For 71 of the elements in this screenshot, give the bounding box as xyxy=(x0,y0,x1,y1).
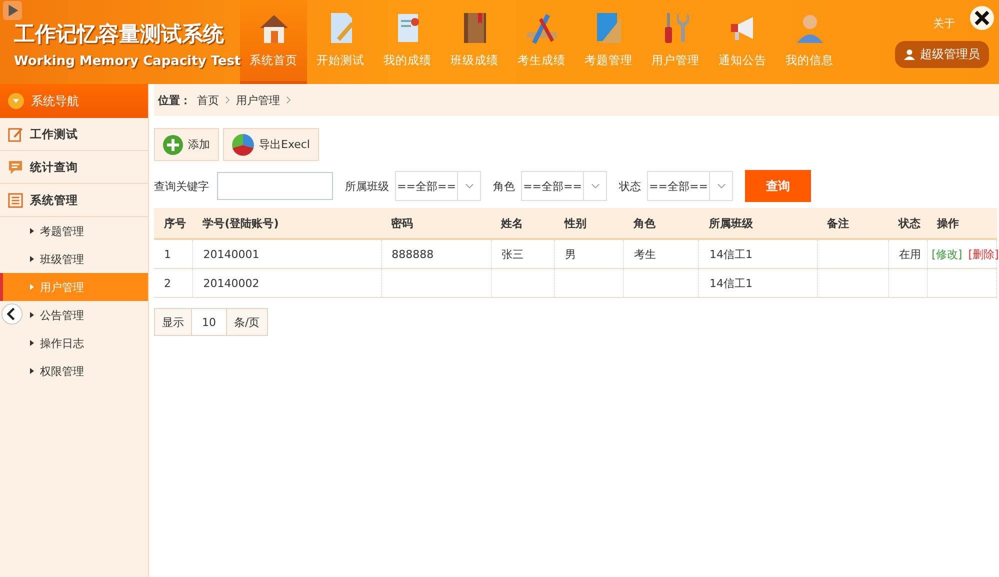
app-title: 工作记忆容量测试系统 xyxy=(14,21,225,48)
sidebar-section[interactable]: 系统管理 xyxy=(0,184,148,217)
plus-icon xyxy=(163,134,183,154)
table-cell: 考生 xyxy=(624,239,699,268)
sidebar-item[interactable]: 公告管理 xyxy=(24,301,148,329)
column-header: 学号(登陆账号) xyxy=(192,208,382,239)
column-header: 备注 xyxy=(817,208,888,239)
table-cell xyxy=(817,268,888,298)
page-size-field[interactable]: 10 xyxy=(191,309,227,335)
chevron-icon xyxy=(225,96,230,104)
chevron-down-icon xyxy=(716,183,726,189)
table-cell xyxy=(817,239,888,268)
pie-chart-icon xyxy=(232,134,254,156)
breadcrumb-label: 位置： xyxy=(158,92,191,108)
chevron-down-icon xyxy=(464,183,474,189)
user-badge[interactable]: 超级管理员 xyxy=(895,41,989,68)
filter-dropdown[interactable]: ==全部== xyxy=(395,171,481,201)
sidebar-item[interactable]: 操作日志 xyxy=(24,329,148,357)
pager-label: 条/页 xyxy=(227,309,267,335)
filter-dropdown[interactable]: ==全部== xyxy=(521,171,607,201)
chevron-down-icon xyxy=(590,183,600,189)
delete-link[interactable]: [删除] xyxy=(968,248,999,260)
breadcrumb-link[interactable]: 首页 xyxy=(197,92,219,108)
filter-dropdown[interactable]: ==全部== xyxy=(647,171,733,201)
column-header: 操作 xyxy=(927,208,996,239)
table-cell xyxy=(554,268,624,298)
edit-icon xyxy=(8,126,23,142)
table-cell xyxy=(491,268,554,298)
keyword-field[interactable] xyxy=(217,172,333,200)
collapse-icon[interactable] xyxy=(1,303,23,325)
column-header: 所属班级 xyxy=(698,208,818,239)
filter-label: 所属班级 xyxy=(345,178,389,194)
table-cell: 14信工1 xyxy=(698,239,818,268)
table-cell: 张三 xyxy=(491,239,554,268)
sidebar-item[interactable]: 权限管理 xyxy=(24,357,148,385)
filter-label: 查询关键字 xyxy=(154,178,209,194)
pager-label: 显示 xyxy=(155,309,191,335)
table-cell: 男 xyxy=(554,239,624,268)
export-button[interactable]: 导出Execl xyxy=(223,128,319,161)
column-header: 密码 xyxy=(381,208,492,239)
dropdown-icon xyxy=(8,93,24,109)
table-cell: 14信工1 xyxy=(698,268,818,298)
filter-label: 状态 xyxy=(619,178,641,194)
column-header: 角色 xyxy=(624,208,699,239)
breadcrumb-link[interactable]: 用户管理 xyxy=(236,92,280,108)
play-icon[interactable] xyxy=(3,1,22,20)
filter-label: 角色 xyxy=(493,178,515,194)
table-cell: 888888 xyxy=(381,239,492,268)
chevron-icon xyxy=(286,96,291,104)
sidebar-title: 系统导航 xyxy=(31,92,79,110)
edit-link[interactable]: [修改] xyxy=(932,248,962,260)
sidebar-item[interactable]: 班级管理 xyxy=(24,245,148,273)
column-header: 状态 xyxy=(888,208,928,239)
app-subtitle: Working Memory Capacity Test xyxy=(14,54,240,69)
sidebar-item[interactable]: 考题管理 xyxy=(24,217,148,245)
sidebar-section[interactable]: 工作测试 xyxy=(0,118,148,151)
table-cell: 在用 xyxy=(888,239,928,268)
table-cell: 20140001 xyxy=(192,239,382,268)
column-header: 序号 xyxy=(154,208,193,239)
table-cell: 2 xyxy=(154,268,193,298)
close-icon[interactable] xyxy=(969,5,995,31)
column-header: 姓名 xyxy=(491,208,554,239)
table-cell: 1 xyxy=(154,239,193,268)
table-cell: 20140002 xyxy=(192,268,382,298)
add-button[interactable]: 添加 xyxy=(154,128,219,161)
sidebar-section[interactable]: 统计查询 xyxy=(0,151,148,184)
user-icon xyxy=(904,49,915,60)
message-icon xyxy=(8,160,23,174)
column-header: 性别 xyxy=(554,208,624,239)
list-icon xyxy=(8,192,23,208)
user-name: 超级管理员 xyxy=(920,46,980,63)
